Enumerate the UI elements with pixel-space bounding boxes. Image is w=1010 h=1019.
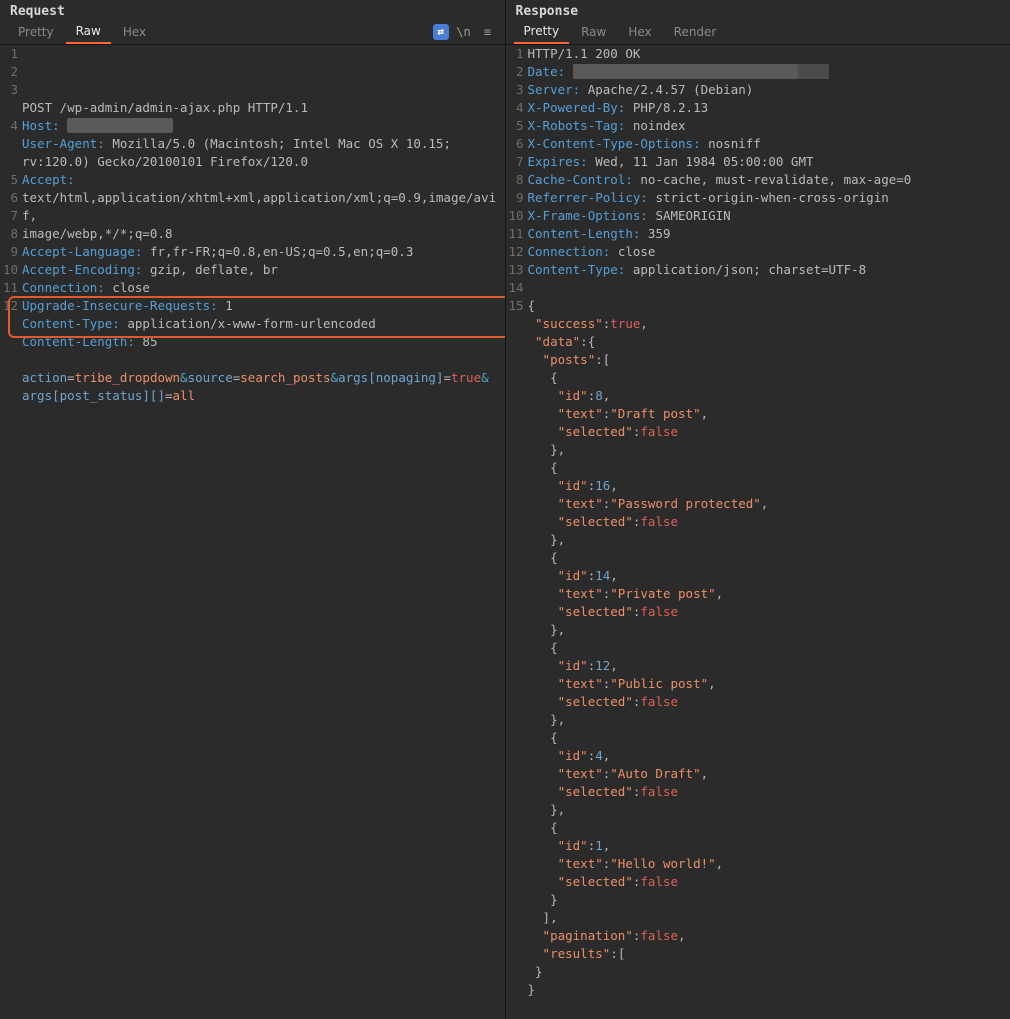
request-editor[interactable]: 123456789101112 POST /wp-admin/admin-aja… bbox=[0, 45, 505, 1019]
tab-pretty[interactable]: Pretty bbox=[514, 20, 570, 44]
response-editor[interactable]: 123456789101112131415 HTTP/1.1 200 OKDat… bbox=[506, 45, 1010, 1019]
format-icon[interactable]: ⇄ bbox=[433, 24, 449, 40]
request-code[interactable]: POST /wp-admin/admin-ajax.php HTTP/1.1Ho… bbox=[22, 45, 505, 1019]
response-pane: Response Pretty Raw Hex Render 123456789… bbox=[506, 0, 1010, 1019]
response-gutter: 123456789101112131415 bbox=[506, 45, 528, 1019]
request-tabs: Pretty Raw Hex ⇄ \n ≡ bbox=[0, 19, 505, 45]
tab-pretty[interactable]: Pretty bbox=[8, 21, 64, 43]
request-pane: Request Pretty Raw Hex ⇄ \n ≡ 1234567891… bbox=[0, 0, 506, 1019]
response-tabs: Pretty Raw Hex Render bbox=[506, 19, 1010, 45]
response-title: Response bbox=[506, 0, 1010, 19]
tab-raw[interactable]: Raw bbox=[66, 20, 111, 44]
menu-icon[interactable]: ≡ bbox=[479, 23, 497, 41]
tab-hex[interactable]: Hex bbox=[113, 21, 156, 43]
newline-icon[interactable]: \n bbox=[455, 23, 473, 41]
tab-raw[interactable]: Raw bbox=[571, 21, 616, 43]
request-title: Request bbox=[0, 0, 505, 19]
request-gutter: 123456789101112 bbox=[0, 45, 22, 1019]
response-code[interactable]: HTTP/1.1 200 OKDate: Server: Apache/2.4.… bbox=[528, 45, 1010, 1019]
tab-render[interactable]: Render bbox=[664, 21, 727, 43]
tab-hex[interactable]: Hex bbox=[618, 21, 661, 43]
